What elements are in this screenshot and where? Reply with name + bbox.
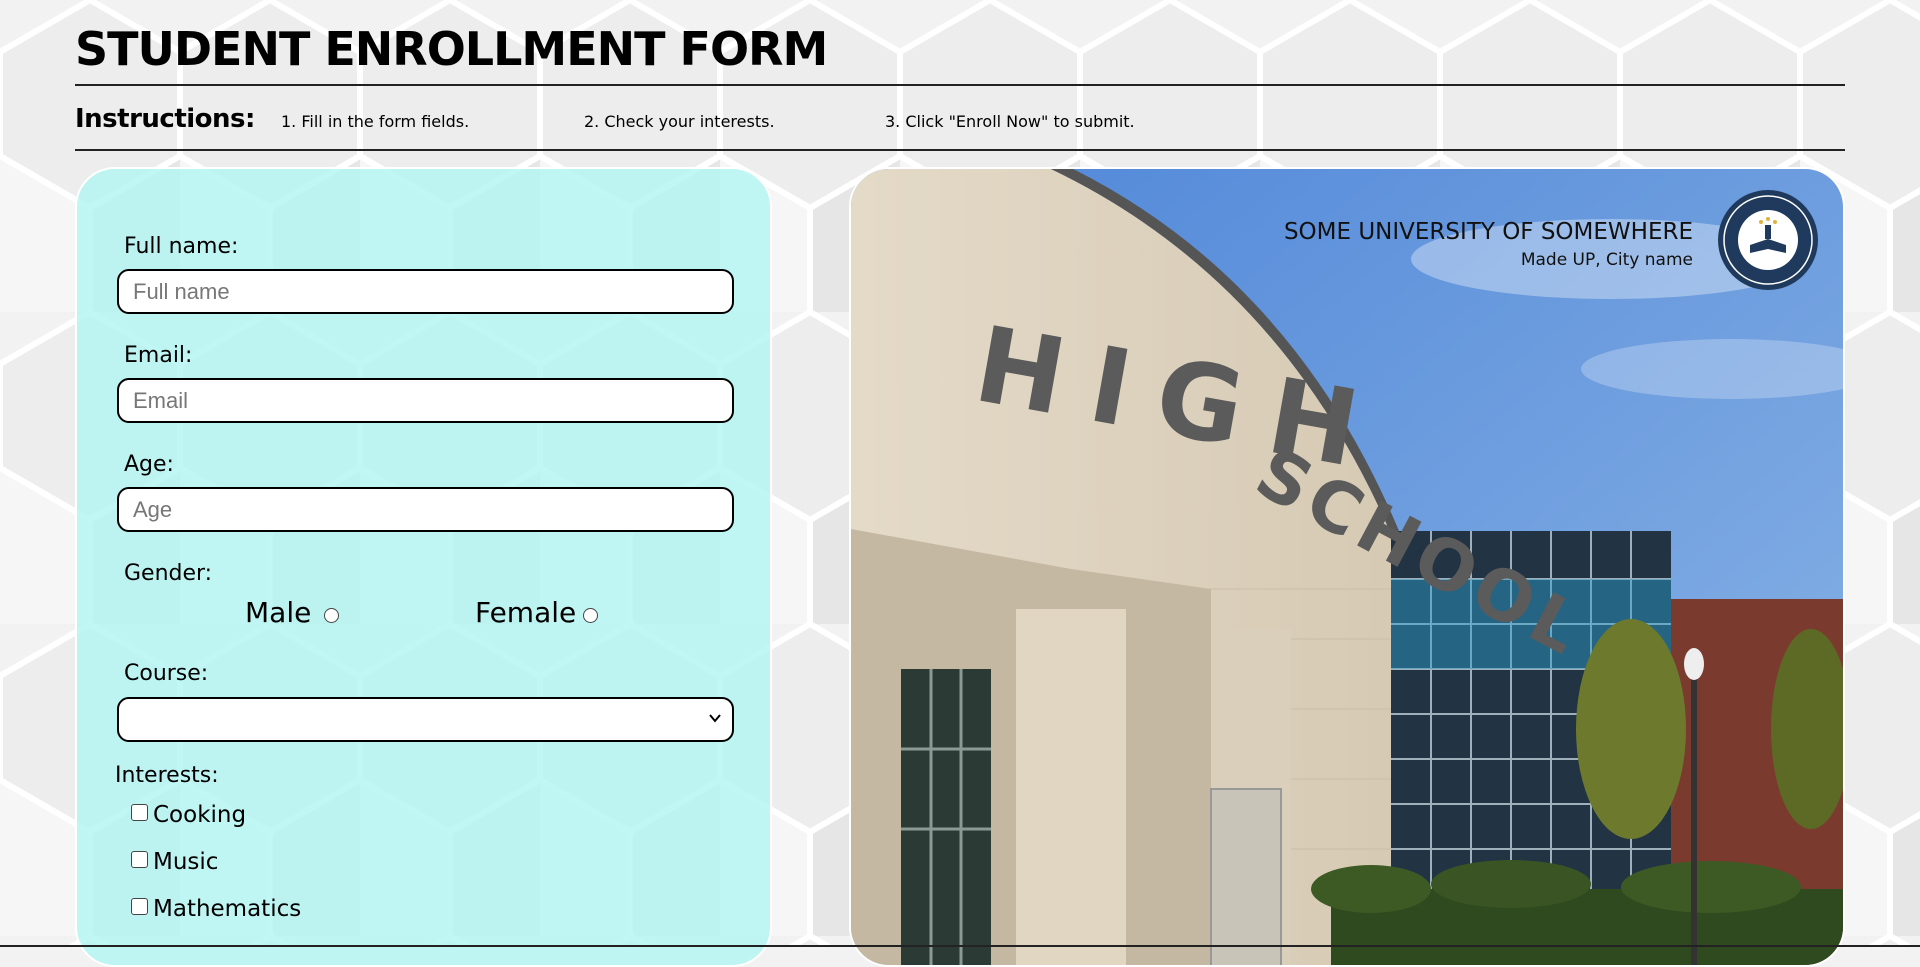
interest-cooking-label: Cooking	[153, 802, 247, 828]
interests-label: Interests:	[115, 763, 219, 788]
interest-music-label: Music	[153, 849, 219, 875]
gender-male-label: Male	[245, 596, 312, 629]
chevron-down-icon	[709, 714, 721, 723]
full-name-input[interactable]	[117, 269, 734, 314]
interest-cooking-checkbox[interactable]	[131, 804, 148, 821]
school-building-photo: HIGH SCHOOL	[851, 169, 1843, 965]
course-label: Course:	[124, 661, 209, 686]
university-seal-icon	[1718, 190, 1818, 290]
instruction-step-1: 1. Fill in the form fields.	[281, 112, 470, 131]
university-city: Made UP, City name	[1520, 250, 1693, 270]
course-select[interactable]	[117, 697, 734, 742]
interest-music-checkbox[interactable]	[131, 851, 148, 868]
gender-male-radio[interactable]	[324, 608, 339, 623]
interest-mathematics-checkbox[interactable]	[131, 898, 148, 915]
gender-female-radio[interactable]	[583, 608, 598, 623]
email-input[interactable]	[117, 378, 734, 423]
age-label: Age:	[124, 452, 174, 477]
title-divider	[75, 84, 1845, 86]
email-label: Email:	[124, 343, 193, 368]
full-name-label: Full name:	[124, 234, 239, 259]
instructions-heading: Instructions:	[75, 104, 255, 134]
enrollment-page: STUDENT ENROLLMENT FORM Instructions: 1.…	[75, 0, 1845, 967]
gender-female-label: Female	[475, 596, 577, 629]
age-input[interactable]	[117, 487, 734, 532]
instruction-step-3: 3. Click "Enroll Now" to submit.	[885, 112, 1135, 131]
university-name: SOME UNIVERSITY OF SOMEWHERE	[1283, 219, 1693, 245]
gender-label: Gender:	[124, 561, 213, 586]
campus-photo-banner: HIGH SCHOOL SOME UNIVERSITY OF SOMEWHERE…	[849, 167, 1845, 967]
page-title: STUDENT ENROLLMENT FORM	[75, 22, 828, 76]
enrollment-form: Full name: Email: Age: Gender: Male Fema…	[75, 167, 772, 967]
instruction-step-2: 2. Check your interests.	[584, 112, 775, 131]
interest-mathematics-label: Mathematics	[153, 896, 302, 922]
instructions-divider	[75, 149, 1845, 151]
